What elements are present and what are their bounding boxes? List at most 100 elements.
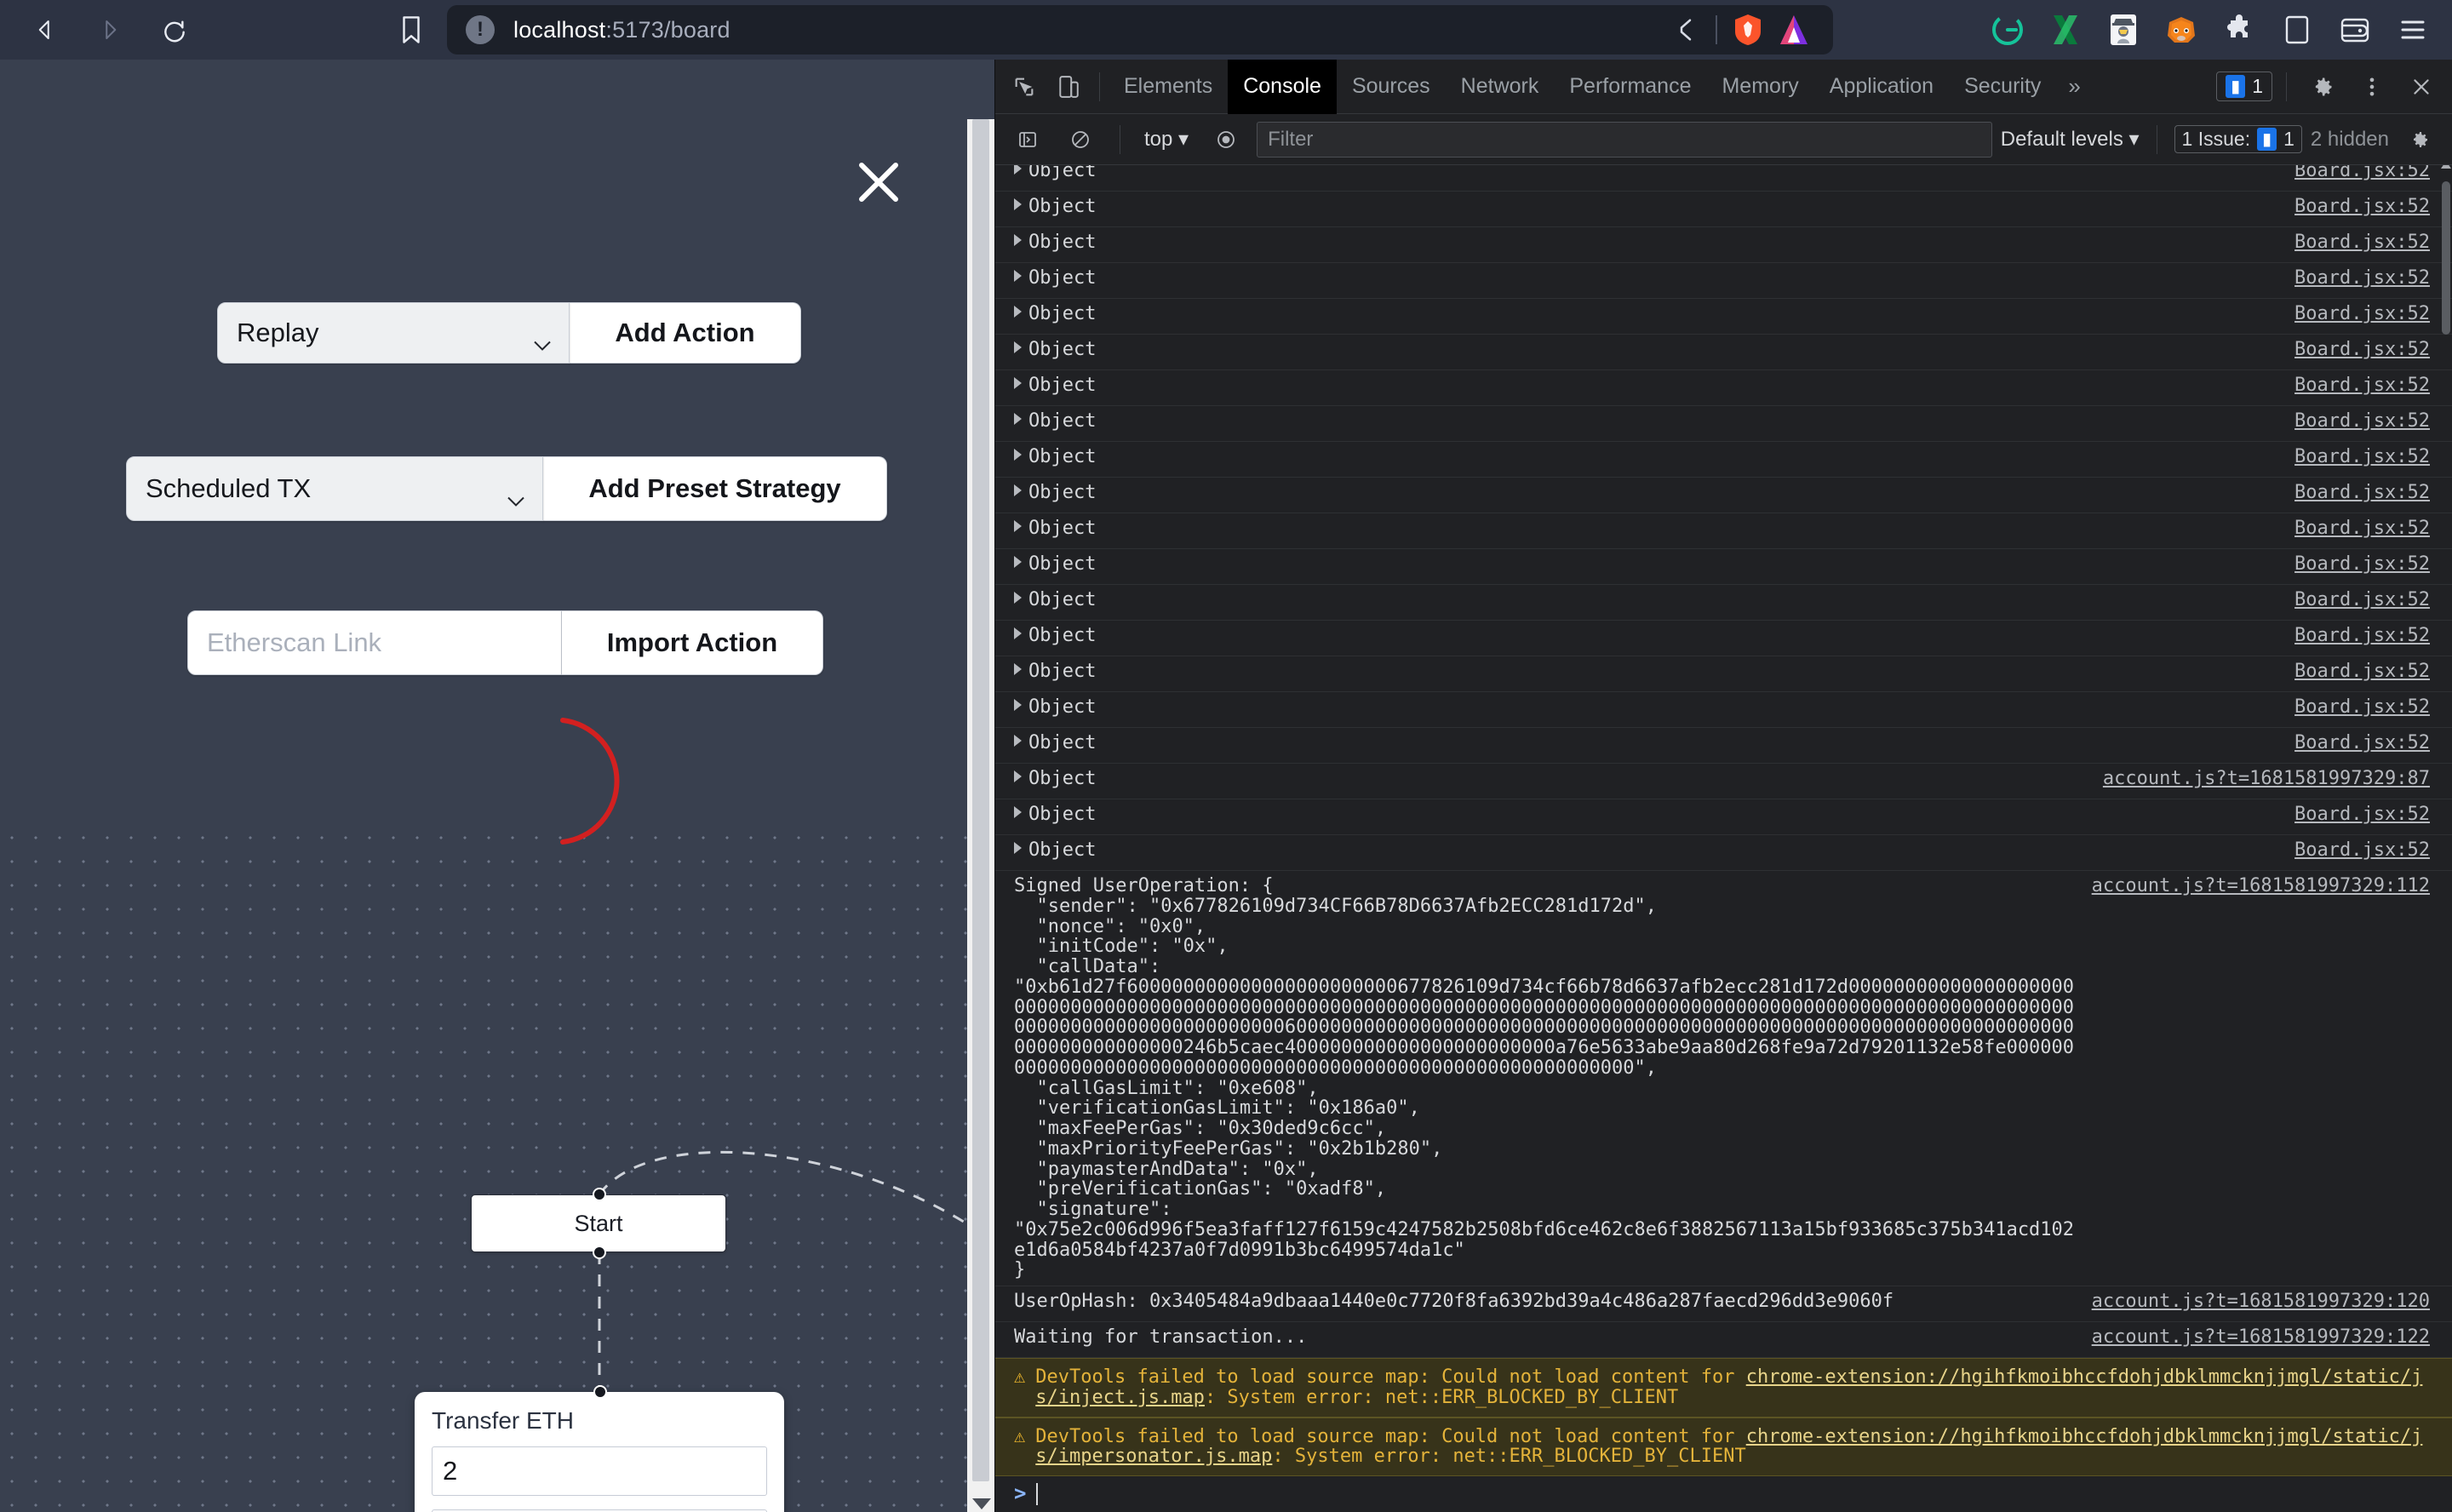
expand-triangle-icon[interactable] [1014,735,1022,747]
console-filter-input[interactable]: Filter [1257,121,1992,158]
tab-elements[interactable]: Elements [1109,60,1228,114]
console-source-link[interactable]: Board.jsx:52 [2294,697,2430,718]
console-userop-row[interactable]: Signed UserOperation: { "sender": "0x677… [995,871,2452,1286]
expand-triangle-icon[interactable] [1014,592,1022,604]
address-bar[interactable]: ! localhost:5173/board [447,5,1833,54]
console-source-link[interactable]: Board.jsx:52 [2294,626,2430,646]
console-object-row[interactable]: Object Board.jsx:52 [995,335,2452,370]
node-handle-top[interactable] [593,1385,607,1399]
console-warning-row[interactable]: ⚠ DevTools failed to load source map: Cou… [995,1417,2452,1476]
console-userophash-row[interactable]: UserOpHash: 0x3405484a9dbaaa1440e0c7720f… [995,1286,2452,1322]
tab-security[interactable]: Security [1949,60,2056,114]
console-source-link[interactable]: account.js?t=1681581997329:122 [2092,1327,2430,1348]
console-source-link[interactable]: account.js?t=1681581997329:87 [2103,769,2430,789]
console-source-link[interactable]: Board.jsx:52 [2294,375,2430,396]
expand-triangle-icon[interactable] [1014,770,1022,782]
device-toolbar-icon[interactable] [1046,65,1091,109]
node-handle-top[interactable] [593,1188,606,1201]
bookmark-icon[interactable] [392,10,431,49]
preset-strategy-select[interactable]: Scheduled TX [126,456,543,521]
tab-sources[interactable]: Sources [1337,60,1446,114]
console-sidebar-icon[interactable] [1005,117,1050,162]
page-vertical-scrollbar[interactable] [967,119,994,1512]
expand-triangle-icon[interactable] [1014,377,1022,389]
console-source-link[interactable]: Board.jsx:52 [2294,268,2430,289]
console-object-row[interactable]: Object Board.jsx:52 [995,192,2452,227]
console-object-row[interactable]: Object Board.jsx:52 [995,299,2452,335]
console-source-link[interactable]: Board.jsx:52 [2294,340,2430,360]
wallet-icon[interactable] [2338,13,2372,47]
console-object-row[interactable]: Object Board.jsx:52 [995,621,2452,656]
console-object-row[interactable]: Object Board.jsx:52 [995,442,2452,478]
add-action-button[interactable]: Add Action [570,302,801,364]
settings-gear-icon[interactable] [2300,65,2345,109]
console-source-link[interactable]: Board.jsx:52 [2294,304,2430,324]
flow-node-start[interactable]: Start [471,1188,726,1259]
issues-counter[interactable]: ▮ 1 [2216,72,2272,101]
console-source-link[interactable]: Board.jsx:52 [2294,518,2430,539]
console-object-row[interactable]: Object Board.jsx:52 [995,227,2452,263]
tab-performance[interactable]: Performance [1554,60,1706,114]
scroll-up-arrow-icon[interactable] [2441,165,2451,169]
console-source-link[interactable]: account.js?t=1681581997329:112 [2092,876,2430,896]
node-handle-bottom[interactable] [593,1246,606,1259]
log-levels-select[interactable]: Default levels ▾ [2001,127,2140,152]
console-prompt[interactable]: > [995,1476,2452,1512]
back-button[interactable] [22,7,68,53]
console-source-link[interactable]: Board.jsx:52 [2294,554,2430,575]
action-type-select[interactable]: Replay [217,302,570,364]
console-source-link[interactable]: Board.jsx:52 [2294,590,2430,610]
forward-button[interactable] [87,7,133,53]
etherscan-link-input[interactable]: Etherscan Link [187,610,562,675]
puzzle-extensions-icon[interactable] [2222,13,2256,47]
expand-triangle-icon[interactable] [1014,484,1022,496]
close-icon[interactable] [851,155,906,209]
tab-network[interactable]: Network [1446,60,1555,114]
expand-triangle-icon[interactable] [1014,627,1022,639]
expand-triangle-icon[interactable] [1014,520,1022,532]
expand-triangle-icon[interactable] [1014,234,1022,246]
console-object-row[interactable]: Object Board.jsx:52 [995,513,2452,549]
scrollbar-thumb[interactable] [2442,181,2450,335]
impersonator-icon[interactable] [2106,13,2140,47]
console-source-link[interactable]: Board.jsx:52 [2294,165,2430,181]
console-object-row[interactable]: Object Board.jsx:52 [995,263,2452,299]
console-object-row[interactable]: Object Board.jsx:52 [995,478,2452,513]
console-object-row[interactable]: Object Board.jsx:52 [995,692,2452,728]
site-info-icon[interactable]: ! [466,15,495,44]
console-object-row[interactable]: Object Board.jsx:52 [995,656,2452,692]
console-source-link[interactable]: Board.jsx:52 [2294,197,2430,217]
tab-memory[interactable]: Memory [1706,60,1813,114]
expand-triangle-icon[interactable] [1014,449,1022,461]
console-object-row[interactable]: Object account.js?t=1681581997329:87 [995,764,2452,799]
console-source-link[interactable]: Board.jsx:52 [2294,232,2430,253]
console-source-link[interactable]: Board.jsx:52 [2294,447,2430,467]
expand-triangle-icon[interactable] [1014,842,1022,854]
expand-triangle-icon[interactable] [1014,165,1022,175]
transfer-amount-input[interactable]: 2 [432,1446,767,1496]
tab-application[interactable]: Application [1814,60,1949,114]
grammarly-icon[interactable] [1991,13,2025,47]
expand-triangle-icon[interactable] [1014,270,1022,282]
console-object-row[interactable]: Object Board.jsx:52 [995,165,2452,192]
scrollbar-thumb[interactable] [972,119,989,1481]
console-object-row[interactable]: Object Board.jsx:52 [995,370,2452,406]
console-log-list[interactable]: Object Board.jsx:52 Object Board.jsx:52 Obje… [995,165,2452,1512]
hamburger-menu-icon[interactable] [2396,13,2430,47]
console-source-link[interactable]: Board.jsx:52 [2294,411,2430,432]
expand-triangle-icon[interactable] [1014,306,1022,318]
clear-console-icon[interactable] [1058,117,1103,162]
console-object-row[interactable]: Object Board.jsx:52 [995,835,2452,871]
scroll-down-arrow-icon[interactable] [972,1498,991,1509]
live-expression-icon[interactable] [1204,117,1248,162]
issues-filter-button[interactable]: 1 Issue: ▮ 1 [2174,125,2302,153]
console-warning-row[interactable]: ⚠ DevTools failed to load source map: Cou… [995,1358,2452,1418]
console-source-link[interactable]: Board.jsx:52 [2294,662,2430,682]
sidebar-icon[interactable] [2280,13,2314,47]
import-action-button[interactable]: Import Action [562,610,823,675]
console-settings-icon[interactable] [2398,117,2442,162]
brave-rewards-icon[interactable] [1779,14,1809,46]
expand-triangle-icon[interactable] [1014,699,1022,711]
inspect-element-icon[interactable] [1002,65,1046,109]
execution-context-select[interactable]: top ▾ [1137,127,1195,152]
